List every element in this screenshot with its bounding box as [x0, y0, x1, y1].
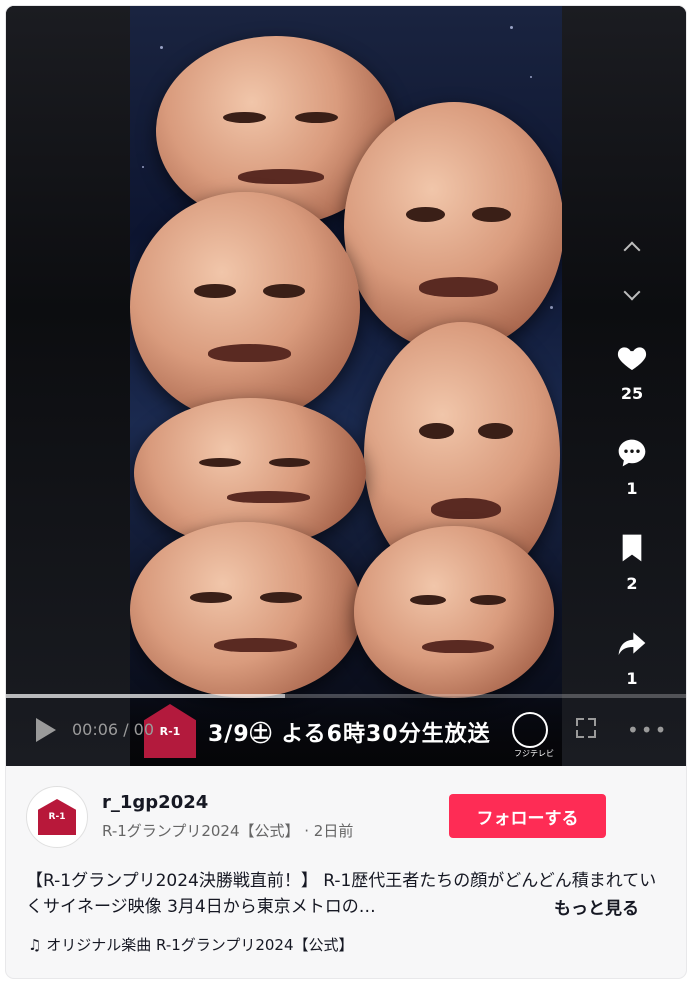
chevron-down-icon [623, 283, 641, 301]
video-frame[interactable]: R-1 3/9㊏ よる6時30分生放送 フジテレビ [130, 6, 562, 766]
face-image [354, 526, 554, 698]
previous-video-button[interactable] [602, 234, 662, 260]
action-rail: 25 1 2 1 [602, 234, 662, 688]
banner-text: 3/9㊏ よる6時30分生放送 [208, 722, 491, 747]
heart-icon [617, 347, 647, 370]
follow-button[interactable]: フォローする [449, 794, 606, 838]
fuji-tv-icon [512, 712, 548, 748]
posted-time: · 2日前 [299, 822, 354, 840]
progress-fill [6, 694, 285, 698]
time-current: 00:06 [72, 720, 119, 739]
share-icon [618, 632, 646, 655]
account-subtitle: R-1グランプリ2024【公式】 · 2日前 [102, 820, 353, 841]
username[interactable]: r_1gp2024 [102, 792, 208, 813]
more-options-icon[interactable]: ••• [627, 718, 668, 742]
time-display: 00:06 / 00 [72, 720, 154, 739]
bookmark-icon [622, 534, 642, 562]
share-button[interactable]: 1 [602, 627, 662, 688]
music-link[interactable]: ♫ オリジナル楽曲 R-1グランプリ2024【公式】 [28, 934, 354, 955]
avatar[interactable]: R-1 [26, 786, 88, 848]
see-more-link[interactable]: もっと見る [554, 894, 639, 919]
display-name: R-1グランプリ2024【公式】 [102, 822, 300, 840]
like-count: 25 [620, 384, 644, 403]
comment-icon [618, 439, 646, 467]
face-image [130, 522, 362, 698]
play-icon[interactable] [36, 718, 56, 742]
chevron-up-icon [623, 241, 641, 259]
music-note-icon: ♫ [28, 936, 42, 954]
player-backdrop-left [6, 6, 130, 766]
comment-count: 1 [626, 479, 638, 498]
comment-button[interactable]: 1 [602, 437, 662, 498]
face-image [344, 102, 562, 352]
save-count: 2 [626, 574, 638, 593]
video-card: R-1 3/9㊏ よる6時30分生放送 フジテレビ 00:06 / 00 •••… [6, 6, 686, 978]
music-label: オリジナル楽曲 R-1グランプリ2024【公式】 [46, 936, 354, 954]
banner-channel: フジテレビ [514, 749, 554, 758]
promo-banner: R-1 3/9㊏ よる6時30分生放送 フジテレビ [130, 696, 562, 766]
face-image [130, 192, 360, 422]
save-button[interactable]: 2 [602, 532, 662, 593]
next-video-button[interactable] [602, 282, 662, 308]
video-player[interactable]: R-1 3/9㊏ よる6時30分生放送 フジテレビ 00:06 / 00 •••… [6, 6, 686, 766]
video-info: R-1 r_1gp2024 R-1グランプリ2024【公式】 · 2日前 フォロ… [6, 766, 686, 978]
share-count: 1 [626, 669, 638, 688]
like-button[interactable]: 25 [602, 342, 662, 403]
time-separator: / 00 [118, 720, 155, 739]
avatar-logo: R-1 [38, 799, 76, 835]
fullscreen-icon[interactable] [576, 718, 596, 738]
progress-bar[interactable] [6, 694, 686, 698]
